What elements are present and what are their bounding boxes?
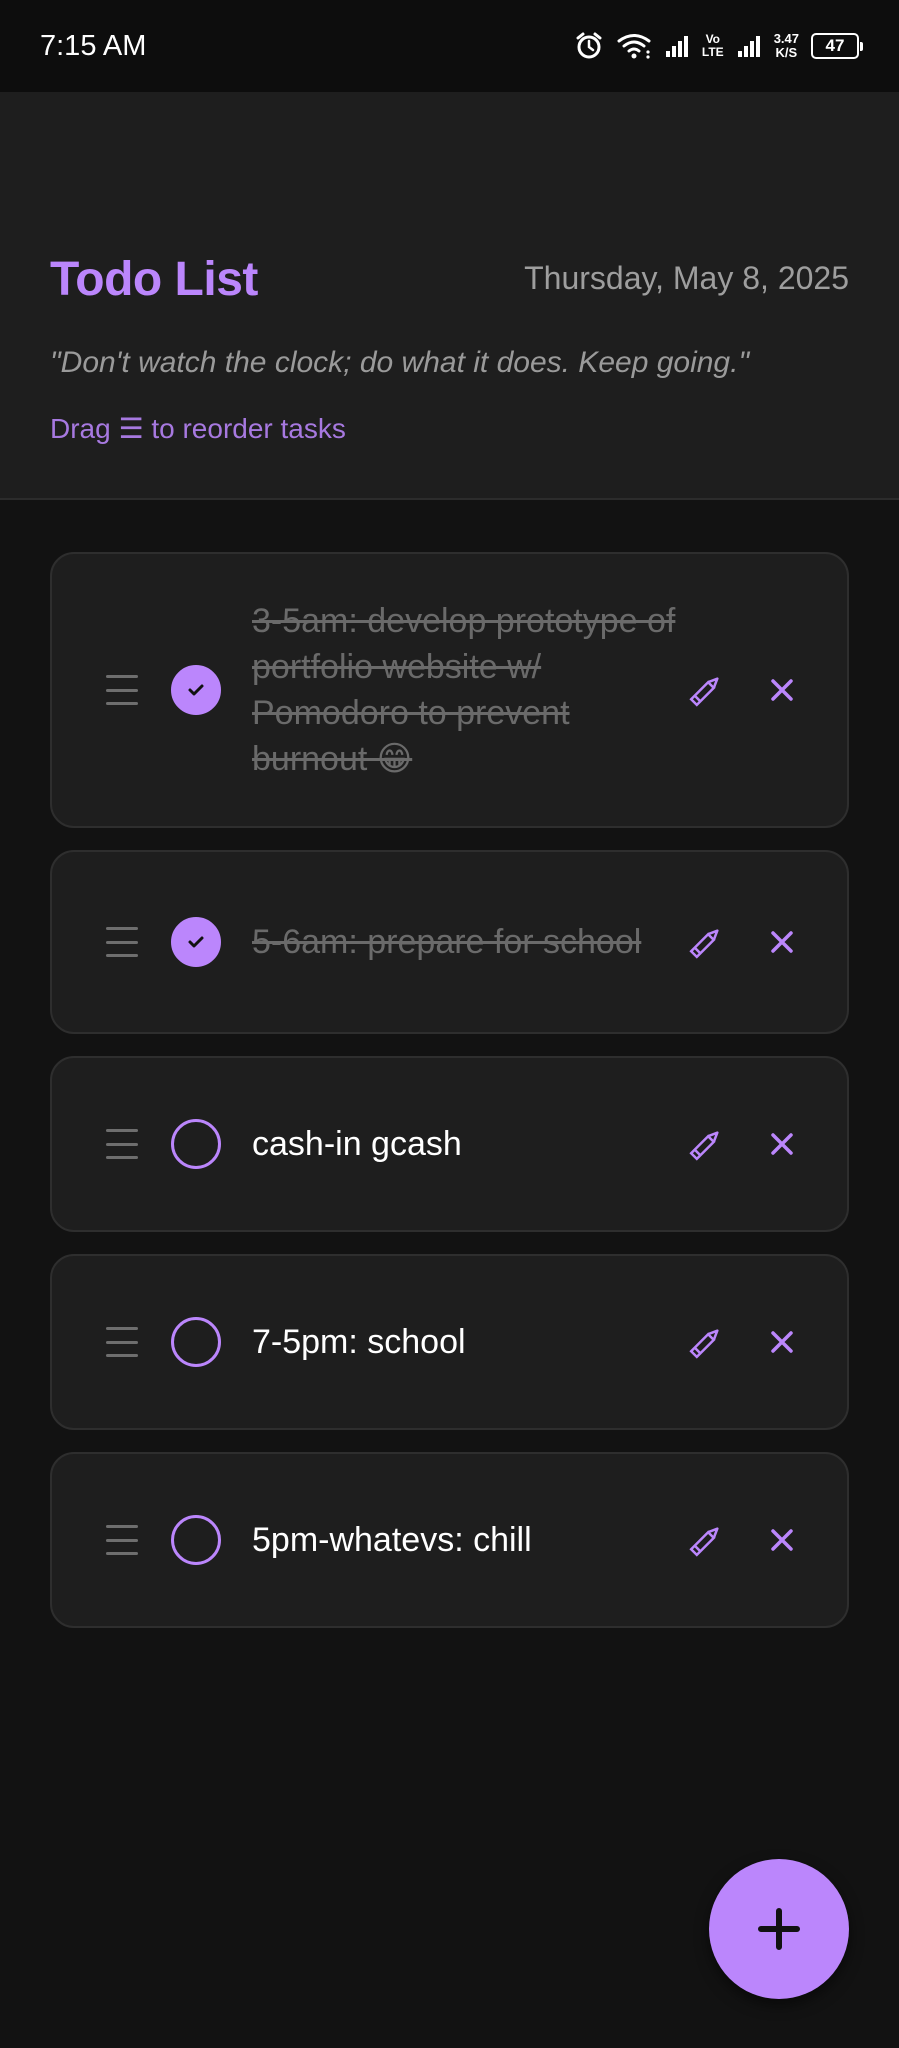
task-checkbox[interactable] [171,1119,221,1169]
volte-indicator: Vo LTE [701,32,724,59]
signal-icon [664,33,690,59]
pencil-icon [689,1527,719,1557]
drag-handle-icon[interactable] [106,1327,138,1357]
edit-button[interactable] [684,1122,728,1166]
status-time: 7:15 AM [40,29,147,62]
task-checkbox[interactable] [171,917,221,967]
task-text: 5-6am: prepare for school [252,923,642,961]
drag-handle-icon[interactable] [106,927,138,957]
signal-icon-2 [736,33,762,59]
task-checkbox[interactable] [171,1317,221,1367]
delete-button[interactable] [762,670,802,710]
status-bar: 7:15 AM Vo LTE 3.47 K/S 47 [0,0,899,92]
drag-handle-icon[interactable] [106,675,138,705]
close-icon [771,679,793,701]
task-card: cash-in gcash [50,1056,849,1232]
wifi-icon [616,32,652,60]
pencil-icon [689,929,719,959]
close-icon [771,1529,793,1551]
delete-button[interactable] [762,1124,802,1164]
check-icon [188,936,204,948]
date-label: Thursday, May 8, 2025 [524,260,849,296]
task-text: cash-in gcash [252,1125,462,1163]
task-text: 3-5am: develop prototype of portfolio we… [252,602,676,778]
task-checkbox[interactable] [171,665,221,715]
battery-icon: 47 [811,33,863,59]
battery-level: 47 [825,36,845,55]
pencil-icon [689,1131,719,1161]
edit-button[interactable] [684,668,728,712]
task-card: 3-5am: develop prototype of portfolio we… [50,552,849,828]
check-icon [188,684,204,696]
close-icon [771,1331,793,1353]
delete-button[interactable] [762,1520,802,1560]
plus-icon [758,1908,800,1950]
close-icon [771,931,793,953]
task-card: 7-5pm: school [50,1254,849,1430]
network-speed: 3.47 K/S [773,31,799,60]
drag-handle-icon[interactable] [106,1129,138,1159]
delete-button[interactable] [762,1322,802,1362]
pencil-icon [689,677,719,707]
status-icons: Vo LTE 3.47 K/S 47 [574,31,863,61]
add-task-button[interactable] [709,1859,849,1999]
reorder-hint: Drag ☰ to reorder tasks [50,413,346,444]
header: Todo List Thursday, May 8, 2025 "Don't w… [0,92,899,500]
close-icon [771,1133,793,1155]
task-card: 5pm-whatevs: chill [50,1452,849,1628]
pencil-icon [689,1329,719,1359]
task-text: 5pm-whatevs: chill [252,1521,532,1559]
edit-button[interactable] [684,1320,728,1364]
task-checkbox[interactable] [171,1515,221,1565]
task-card: 5-6am: prepare for school [50,850,849,1034]
page-title: Todo List [50,253,258,306]
drag-handle-icon[interactable] [106,1525,138,1555]
edit-button[interactable] [684,1518,728,1562]
task-text: 7-5pm: school [252,1323,466,1361]
edit-button[interactable] [684,920,728,964]
task-list: 3-5am: develop prototype of portfolio we… [50,552,849,1650]
alarm-icon [574,31,604,61]
motivational-quote: "Don't watch the clock; do what it does.… [50,346,750,379]
delete-button[interactable] [762,922,802,962]
